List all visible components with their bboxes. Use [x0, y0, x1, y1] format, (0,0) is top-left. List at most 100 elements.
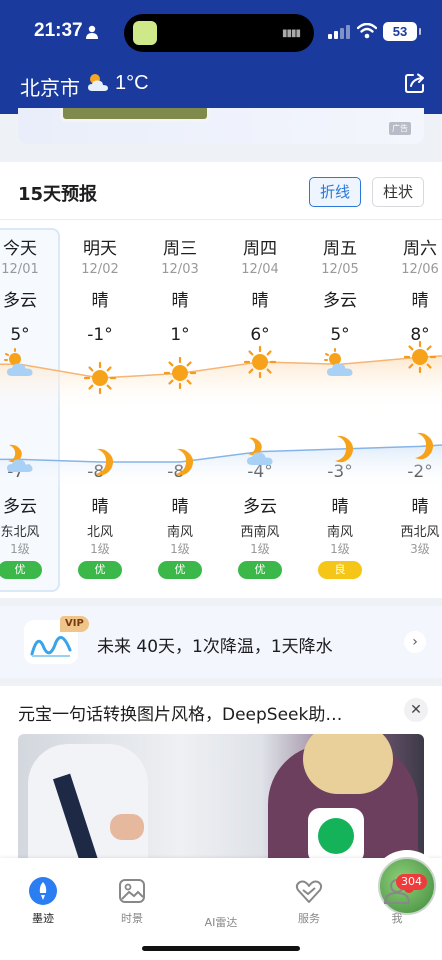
sun-icon — [163, 356, 197, 390]
aqi-badge: 优 — [158, 561, 202, 579]
night-condition: 多云 — [243, 497, 277, 517]
aqi-badge: 良 — [318, 561, 362, 579]
tab-scenery[interactable]: 时景 — [97, 876, 167, 926]
tab-label: 我 — [391, 912, 403, 925]
tab-services[interactable]: 服务 — [274, 876, 344, 926]
night-condition: 晴 — [331, 497, 349, 517]
ad-badge: 广告 — [389, 122, 411, 135]
line-mode-button[interactable]: 折线 — [309, 177, 361, 207]
divider — [0, 219, 442, 220]
tab-label: 时景 — [121, 912, 143, 925]
night-condition: 多云 — [3, 497, 37, 517]
close-icon[interactable]: ✕ — [404, 698, 428, 722]
app-activity-icon — [133, 21, 157, 45]
moon-icon — [403, 429, 437, 463]
aqi-badge: 优 — [0, 561, 42, 579]
low-temp-line — [0, 444, 442, 463]
day-date: 12/02 — [81, 262, 119, 277]
cloud-moon-icon — [243, 435, 277, 469]
day-date: 12/01 — [1, 262, 39, 277]
high-temperature: 5° — [10, 325, 30, 345]
wind-level: 1级 — [170, 542, 190, 556]
day-date: 12/04 — [241, 262, 279, 277]
day-name: 周三 — [163, 239, 197, 259]
wind-level: 1级 — [330, 542, 350, 556]
cloud-sun-icon — [3, 347, 37, 381]
cloud-sun-icon — [88, 74, 108, 91]
day-name: 周六 — [403, 239, 437, 259]
share-icon[interactable] — [403, 71, 427, 95]
wind-direction: 西南风 — [240, 525, 280, 540]
day-condition: 多云 — [323, 291, 357, 311]
low-temperature: -2° — [407, 462, 433, 482]
current-temperature: 1°C — [115, 72, 149, 94]
day-date: 12/06 — [401, 262, 439, 277]
app-logo-icon — [308, 808, 364, 864]
news-image-hand — [110, 814, 144, 840]
wind-direction: 东北风 — [0, 525, 40, 540]
tab-label: 墨迹 — [32, 912, 54, 925]
chevron-right-icon[interactable]: › — [404, 631, 426, 653]
news-title[interactable]: 元宝一句话转换图片风格，DeepSeek助… — [18, 700, 342, 725]
cloud-moon-icon — [3, 442, 37, 476]
day-name: 明天 — [83, 239, 117, 259]
status-bar: 21:37 ▮▮▮▮ 53 — [0, 0, 442, 64]
city-name[interactable]: 北京市 — [20, 72, 80, 101]
day-name: 周四 — [243, 239, 277, 259]
trend-summary: 未来 40天，1次降温，1天降水 — [97, 637, 333, 657]
image-icon — [119, 879, 145, 903]
wind-level: 1级 — [250, 542, 270, 556]
tab-label: AI雷达 — [204, 916, 238, 929]
day-condition: 晴 — [411, 291, 429, 311]
day-date: 12/03 — [161, 262, 199, 277]
tab-moji[interactable]: 墨迹 — [8, 876, 78, 926]
audio-wave-icon: ▮▮▮▮ — [282, 28, 301, 39]
day-name: 今天 — [3, 239, 37, 259]
ad-strip: 广告 — [0, 108, 442, 154]
dynamic-island: ▮▮▮▮ — [124, 14, 314, 52]
day-date: 12/05 — [321, 262, 359, 277]
home-indicator[interactable] — [142, 946, 300, 951]
high-temperature: 6° — [250, 325, 270, 345]
high-temperature: -1° — [87, 325, 113, 345]
wind-direction: 北风 — [86, 525, 113, 540]
wind-direction: 南风 — [326, 525, 353, 540]
ad-image — [60, 108, 210, 122]
wind-level: 1级 — [90, 542, 110, 556]
notification-badge: 304 — [396, 874, 427, 890]
person-icon — [86, 25, 98, 39]
tab-bar: 墨迹 时景 AI雷达 服务 我 304 — [0, 850, 442, 960]
bar-mode-button[interactable]: 柱状 — [372, 177, 424, 207]
wind-direction: 西北风 — [400, 525, 440, 540]
cloud-sun-icon — [323, 347, 357, 381]
day-condition: 晴 — [91, 291, 109, 311]
battery-indicator: 53 — [383, 22, 421, 41]
night-condition: 晴 — [91, 497, 109, 517]
aqi-badge: 优 — [238, 561, 282, 579]
forty-day-trend-banner[interactable]: VIP 未来 40天，1次降温，1天降水 › — [0, 606, 442, 678]
wind-direction: 南风 — [166, 525, 193, 540]
heart-hands-icon — [295, 880, 323, 903]
high-temp-area — [0, 355, 442, 412]
news-card[interactable]: 元宝一句话转换图片风格，DeepSeek助… ✕ — [0, 686, 442, 866]
high-temp-line — [0, 355, 442, 379]
app-header: 21:37 ▮▮▮▮ 53 北京市 1°C — [0, 0, 442, 114]
rocket-icon — [29, 877, 57, 905]
moon-icon — [163, 445, 197, 479]
day-condition: 晴 — [171, 291, 189, 311]
ad-card[interactable]: 广告 — [18, 108, 424, 144]
forecast-card: 15天预报 折线 柱状 今天12/01多云5°-7°多云东北风1级优明天12/0… — [0, 162, 442, 598]
wind-level: 3级 — [410, 542, 430, 556]
sun-icon — [243, 345, 277, 379]
high-temperature: 5° — [330, 325, 350, 345]
wind-level: 1级 — [10, 542, 30, 556]
tab-ai-radar[interactable]: AI雷达 — [186, 850, 442, 930]
day-condition: 晴 — [251, 291, 269, 311]
news-image[interactable] — [18, 734, 424, 866]
forecast-title: 15天预报 — [18, 184, 98, 205]
signal-icon — [328, 25, 350, 39]
status-time: 21:37 — [34, 20, 83, 41]
day-name: 周五 — [323, 239, 357, 259]
vip-badge: VIP — [60, 616, 89, 632]
night-condition: 晴 — [171, 497, 189, 517]
